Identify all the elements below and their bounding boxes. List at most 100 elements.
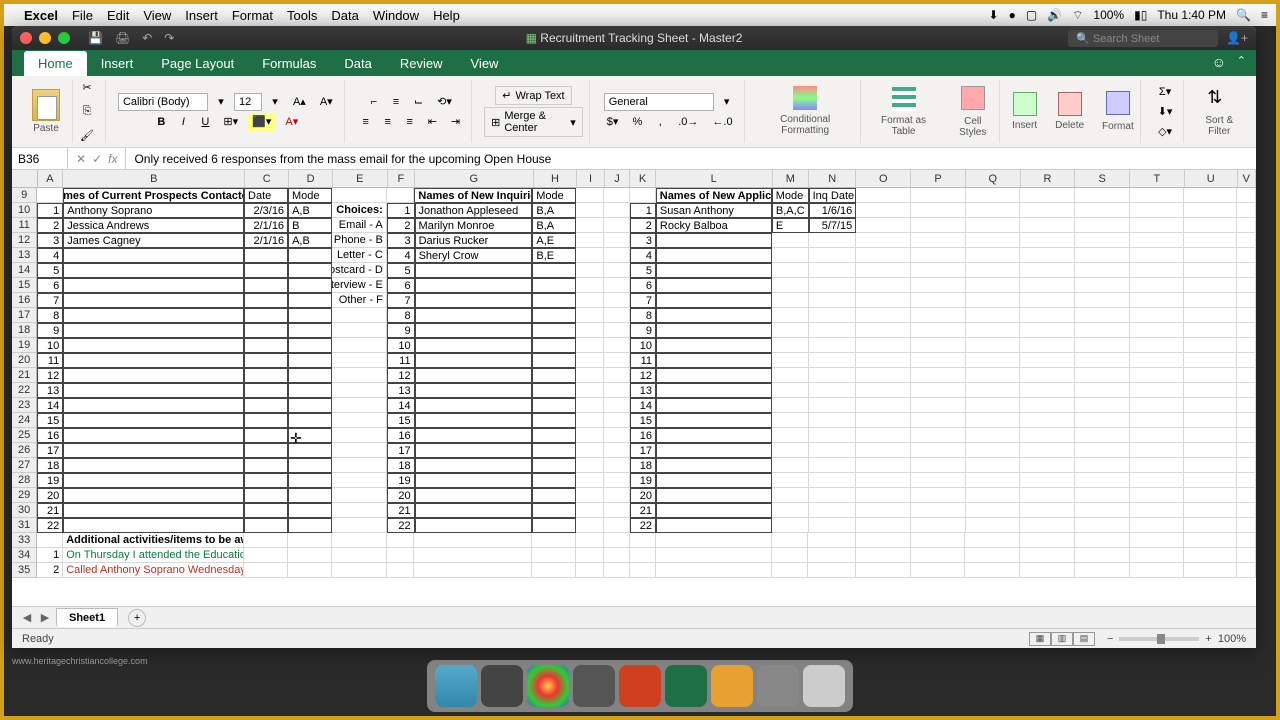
cell[interactable] <box>656 503 772 518</box>
cell[interactable]: 2/3/16 <box>244 203 288 218</box>
row-header[interactable]: 28 <box>12 473 37 488</box>
cell[interactable] <box>532 533 576 548</box>
cell[interactable] <box>288 518 332 533</box>
row-header[interactable]: 20 <box>12 353 37 368</box>
row-header[interactable]: 22 <box>12 383 37 398</box>
cell[interactable] <box>1075 188 1130 203</box>
cell[interactable] <box>1184 413 1237 428</box>
cell[interactable] <box>809 428 857 443</box>
cell[interactable] <box>288 308 332 323</box>
cell[interactable] <box>288 473 332 488</box>
cell[interactable] <box>911 218 966 233</box>
cell[interactable] <box>288 488 332 503</box>
cell[interactable] <box>244 548 288 563</box>
cell[interactable] <box>576 308 604 323</box>
cell[interactable] <box>856 383 911 398</box>
sheet-nav-prev[interactable]: ◀ <box>20 611 34 624</box>
cell[interactable] <box>966 368 1021 383</box>
cell[interactable] <box>63 398 244 413</box>
help-icon[interactable]: ☺ <box>1212 54 1226 70</box>
row-header[interactable]: 30 <box>12 503 37 518</box>
cell[interactable] <box>244 458 288 473</box>
row-header[interactable]: 19 <box>12 338 37 353</box>
cell[interactable] <box>809 338 857 353</box>
row-header[interactable]: 35 <box>12 563 37 578</box>
cell[interactable] <box>1130 563 1185 578</box>
cell[interactable] <box>1130 293 1185 308</box>
cell[interactable] <box>1020 428 1075 443</box>
cell[interactable] <box>809 473 857 488</box>
col-header-K[interactable]: K <box>630 170 656 187</box>
cell[interactable] <box>604 563 630 578</box>
fullscreen-icon[interactable] <box>58 32 70 44</box>
cell[interactable] <box>288 443 332 458</box>
cell[interactable] <box>772 443 809 458</box>
cell[interactable] <box>965 548 1020 563</box>
cell[interactable] <box>1020 353 1075 368</box>
cell[interactable] <box>37 188 63 203</box>
cell[interactable]: 2 <box>387 218 415 233</box>
cell[interactable] <box>772 458 809 473</box>
cell[interactable] <box>808 533 856 548</box>
cell[interactable] <box>656 368 772 383</box>
cell[interactable] <box>911 353 966 368</box>
cell[interactable] <box>911 533 966 548</box>
cell[interactable] <box>911 368 966 383</box>
cell[interactable] <box>1075 428 1130 443</box>
cell[interactable] <box>576 338 604 353</box>
cell[interactable] <box>576 353 604 368</box>
cell[interactable]: 20 <box>37 488 63 503</box>
cell[interactable] <box>604 383 630 398</box>
powerpoint-dock-icon[interactable] <box>619 665 661 707</box>
cell[interactable] <box>244 368 288 383</box>
cell[interactable] <box>966 518 1021 533</box>
cell[interactable] <box>911 248 966 263</box>
cell[interactable]: 2 <box>630 218 656 233</box>
tab-review[interactable]: Review <box>386 51 457 76</box>
cell[interactable] <box>576 218 604 233</box>
cell[interactable] <box>1130 203 1185 218</box>
cell[interactable] <box>1184 563 1237 578</box>
fill-color-button[interactable]: ⬛▾ <box>247 113 276 131</box>
cell[interactable] <box>576 233 604 248</box>
number-format-select[interactable] <box>604 93 714 111</box>
increase-decimal-icon[interactable]: .0→ <box>673 113 703 131</box>
cell[interactable] <box>1130 473 1185 488</box>
cell[interactable]: 9 <box>37 323 63 338</box>
app-name[interactable]: Excel <box>24 8 58 23</box>
cell[interactable] <box>1020 458 1075 473</box>
align-top-icon[interactable]: ⌐ <box>365 93 383 111</box>
cell[interactable] <box>244 248 288 263</box>
cell[interactable] <box>656 458 772 473</box>
decrease-indent-icon[interactable]: ⇤ <box>423 113 442 131</box>
cell[interactable]: 18 <box>630 458 656 473</box>
cell[interactable] <box>1130 548 1185 563</box>
col-header-I[interactable]: I <box>577 170 604 187</box>
dropbox-icon[interactable]: ⬇ <box>989 8 999 22</box>
cell[interactable] <box>414 548 532 563</box>
cell[interactable]: 16 <box>37 428 63 443</box>
cell[interactable] <box>856 308 911 323</box>
cell[interactable] <box>772 533 809 548</box>
cell[interactable] <box>415 278 533 293</box>
cell[interactable] <box>809 278 857 293</box>
cell[interactable]: 15 <box>387 413 415 428</box>
cell[interactable] <box>576 563 604 578</box>
cell[interactable] <box>1075 308 1130 323</box>
cell[interactable]: Mode <box>532 188 576 203</box>
cell[interactable] <box>532 398 576 413</box>
cell[interactable] <box>630 533 656 548</box>
cell[interactable] <box>1184 263 1237 278</box>
menu-help[interactable]: Help <box>433 8 460 23</box>
cell[interactable] <box>415 413 533 428</box>
wifi-icon[interactable]: ⌔ <box>1072 8 1083 23</box>
cell[interactable]: Inq Date <box>809 188 857 203</box>
cell[interactable] <box>415 293 533 308</box>
cell[interactable] <box>656 473 772 488</box>
sheet-tab[interactable]: Sheet1 <box>56 608 118 627</box>
cell[interactable] <box>1237 503 1256 518</box>
cell[interactable] <box>966 293 1021 308</box>
cell[interactable] <box>772 338 809 353</box>
cell[interactable] <box>332 458 387 473</box>
app-dock-icon[interactable] <box>711 665 753 707</box>
